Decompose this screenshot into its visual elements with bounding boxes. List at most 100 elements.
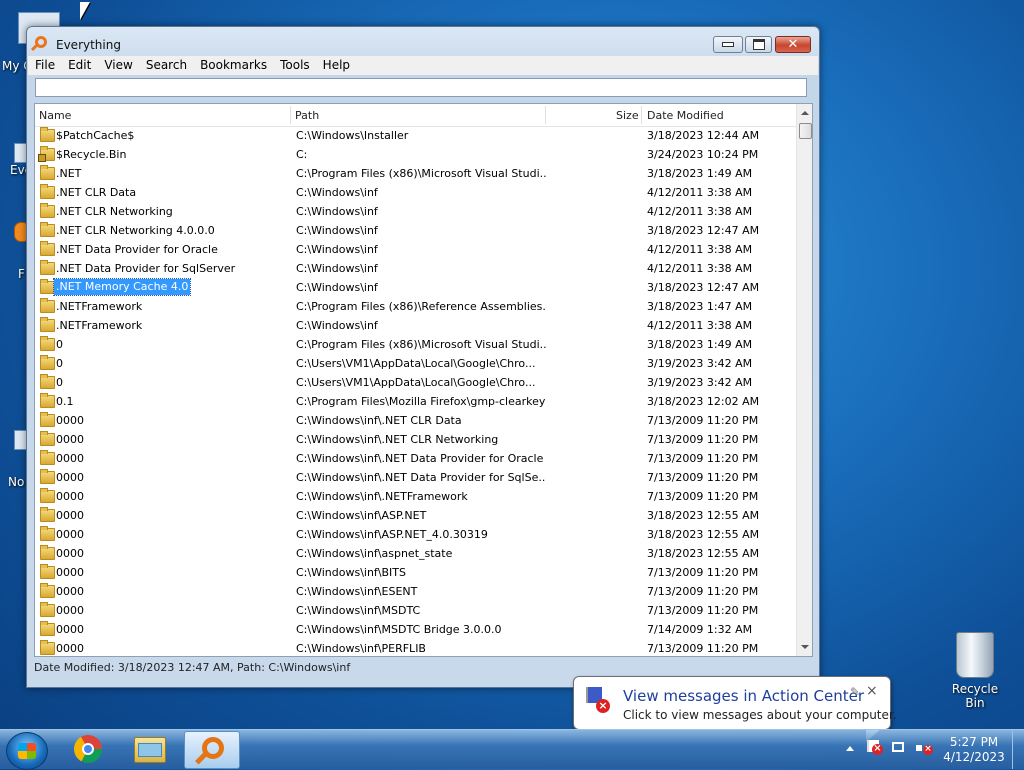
row-name[interactable]: 0: [56, 357, 63, 370]
table-row[interactable]: .NETFramework C:\Program Files (x86)\Refe…: [35, 297, 796, 316]
minimize-button[interactable]: [713, 36, 743, 53]
row-name[interactable]: 0000: [56, 642, 84, 655]
row-name[interactable]: .NET Data Provider for SqlServer: [56, 262, 235, 275]
close-button[interactable]: ✕: [775, 36, 811, 53]
table-row[interactable]: 0000 C:\Windows\inf\ASP.NET 3/18/2023 12:5…: [35, 506, 796, 525]
scroll-up-icon[interactable]: [801, 111, 809, 115]
scrollbar-thumb[interactable]: [799, 123, 812, 139]
table-row[interactable]: 0000 C:\Windows\inf\.NET Data Provider fo…: [35, 449, 796, 468]
table-row[interactable]: 0000 C:\Windows\inf\aspnet_state 3/18/2023…: [35, 544, 796, 563]
table-row[interactable]: 0000 C:\Windows\inf\.NET CLR Data 7/13/200…: [35, 411, 796, 430]
table-row[interactable]: 0 C:\Users\VM1\AppData\Local\Google\Chro.…: [35, 373, 796, 392]
table-row[interactable]: .NET CLR Data C:\Windows\inf 4/12/2011 3:3…: [35, 183, 796, 202]
title-bar[interactable]: Everything ✕: [27, 27, 819, 59]
firefox-shortcut-label[interactable]: F: [18, 267, 25, 281]
table-row[interactable]: 0000 C:\Windows\inf\.NETFramework 7/13/200…: [35, 487, 796, 506]
action-center-tray-icon[interactable]: [866, 740, 883, 756]
row-name[interactable]: .NETFramework: [56, 319, 142, 332]
menu-file[interactable]: File: [28, 56, 61, 75]
row-name[interactable]: .NET CLR Data: [56, 186, 136, 199]
network-icon[interactable]: [891, 740, 907, 756]
column-header-path[interactable]: Path: [295, 109, 319, 122]
row-name[interactable]: 0000: [56, 414, 84, 427]
row-date-modified: 7/13/2009 11:20 PM: [647, 452, 759, 465]
table-row[interactable]: .NET Memory Cache 4.0 C:\Windows\inf 3/18/…: [35, 278, 796, 297]
row-name[interactable]: .NET Data Provider for Oracle: [56, 243, 218, 256]
table-row[interactable]: 0000 C:\Windows\inf\BITS 7/13/2009 11:20 P…: [35, 563, 796, 582]
row-name[interactable]: .NET CLR Networking 4.0.0.0: [56, 224, 215, 237]
table-row[interactable]: .NET C:\Program Files (x86)\Microsoft Vis…: [35, 164, 796, 183]
row-name[interactable]: 0000: [56, 585, 84, 598]
row-name[interactable]: 0000: [56, 566, 84, 579]
table-row[interactable]: .NET Data Provider for Oracle C:\Windows\…: [35, 240, 796, 259]
show-hidden-icons-icon[interactable]: [846, 746, 854, 751]
column-header-name[interactable]: Name: [39, 109, 71, 122]
row-name[interactable]: .NET: [56, 167, 81, 180]
menu-tools[interactable]: Tools: [273, 56, 316, 75]
table-row[interactable]: $Recycle.Bin C: 3/24/2023 10:24 PM: [35, 145, 796, 164]
volume-muted-icon[interactable]: [915, 740, 933, 756]
table-row[interactable]: .NETFramework C:\Windows\inf 4/12/2011 3:3…: [35, 316, 796, 335]
row-name[interactable]: 0000: [56, 433, 84, 446]
table-row[interactable]: .NET CLR Networking 4.0.0.0 C:\Windows\in…: [35, 221, 796, 240]
menu-edit[interactable]: Edit: [61, 56, 97, 75]
table-row[interactable]: 0 C:\Program Files (x86)\Microsoft Visual…: [35, 335, 796, 354]
row-name[interactable]: 0000: [56, 490, 84, 503]
column-divider[interactable]: [545, 106, 546, 124]
taskbar-everything-button[interactable]: [184, 731, 240, 769]
column-header-size[interactable]: Size: [616, 109, 639, 122]
table-row[interactable]: 0000 C:\Windows\inf\.NET CLR Networking 7/…: [35, 430, 796, 449]
row-name[interactable]: 0000: [56, 604, 84, 617]
row-name[interactable]: 0: [56, 338, 63, 351]
table-row[interactable]: 0000 C:\Windows\inf\ESENT 7/13/2009 11:20 …: [35, 582, 796, 601]
table-row[interactable]: 0000 C:\Windows\inf\.NET Data Provider fo…: [35, 468, 796, 487]
menu-view[interactable]: View: [97, 56, 138, 75]
row-name[interactable]: .NETFramework: [56, 300, 142, 313]
row-name[interactable]: 0000: [56, 471, 84, 484]
pin-icon[interactable]: ✎: [850, 685, 860, 699]
action-center-notification[interactable]: View messages in Action Center Click to …: [573, 676, 897, 742]
notification-close-button[interactable]: ×: [866, 683, 878, 699]
table-row[interactable]: 0000 C:\Windows\inf\PERFLIB 7/13/2009 11:2…: [35, 639, 796, 656]
menu-bookmarks[interactable]: Bookmarks: [193, 56, 273, 75]
column-header-date-modified[interactable]: Date Modified: [647, 109, 724, 122]
row-name[interactable]: 0000: [56, 623, 84, 636]
row-name[interactable]: 0: [56, 376, 63, 389]
row-name[interactable]: 0000: [56, 509, 84, 522]
row-name[interactable]: 0.1: [56, 395, 74, 408]
row-name[interactable]: .NET Memory Cache 4.0: [52, 278, 192, 296]
table-row[interactable]: 0.1 C:\Program Files\Mozilla Firefox\gmp-…: [35, 392, 796, 411]
maximize-button[interactable]: [745, 36, 772, 53]
show-desktop-button[interactable]: [1012, 730, 1024, 769]
row-name[interactable]: .NET CLR Networking: [56, 205, 173, 218]
table-row[interactable]: .NET Data Provider for SqlServer C:\Windo…: [35, 259, 796, 278]
menu-help[interactable]: Help: [316, 56, 356, 75]
vertical-scrollbar[interactable]: [796, 104, 812, 656]
search-input[interactable]: [35, 78, 807, 97]
notification-text[interactable]: Click to view messages about your comput…: [623, 708, 897, 722]
notepad-shortcut-label[interactable]: No: [8, 475, 24, 489]
column-divider[interactable]: [641, 106, 642, 124]
notification-title[interactable]: View messages in Action Center: [623, 687, 864, 705]
menu-search[interactable]: Search: [139, 56, 193, 75]
table-row[interactable]: $PatchCache$ C:\Windows\Installer 3/18/202…: [35, 126, 796, 145]
row-name[interactable]: 0000: [56, 547, 84, 560]
row-name[interactable]: $PatchCache$: [56, 129, 134, 142]
table-row[interactable]: 0000 C:\Windows\inf\ASP.NET_4.0.30319 3/18…: [35, 525, 796, 544]
folder-icon: [40, 374, 55, 389]
results-list[interactable]: Name Path Size Date Modified $PatchCache…: [34, 103, 813, 657]
table-row[interactable]: 0000 C:\Windows\inf\MSDTC Bridge 3.0.0.0 7…: [35, 620, 796, 639]
row-name[interactable]: 0000: [56, 452, 84, 465]
row-name[interactable]: 0000: [56, 528, 84, 541]
column-divider[interactable]: [290, 106, 291, 124]
recycle-bin[interactable]: Recycle Bin: [944, 632, 1006, 710]
scroll-down-icon[interactable]: [801, 645, 809, 649]
clock[interactable]: 5:27 PM 4/12/2023: [940, 735, 1008, 765]
row-name[interactable]: $Recycle.Bin: [56, 148, 126, 161]
start-button[interactable]: [6, 732, 48, 770]
table-row[interactable]: .NET CLR Networking C:\Windows\inf 4/12/20…: [35, 202, 796, 221]
taskbar-chrome-button[interactable]: [60, 731, 114, 767]
table-row[interactable]: 0000 C:\Windows\inf\MSDTC 7/13/2009 11:20 …: [35, 601, 796, 620]
taskbar-explorer-button[interactable]: [122, 731, 176, 767]
table-row[interactable]: 0 C:\Users\VM1\AppData\Local\Google\Chro.…: [35, 354, 796, 373]
